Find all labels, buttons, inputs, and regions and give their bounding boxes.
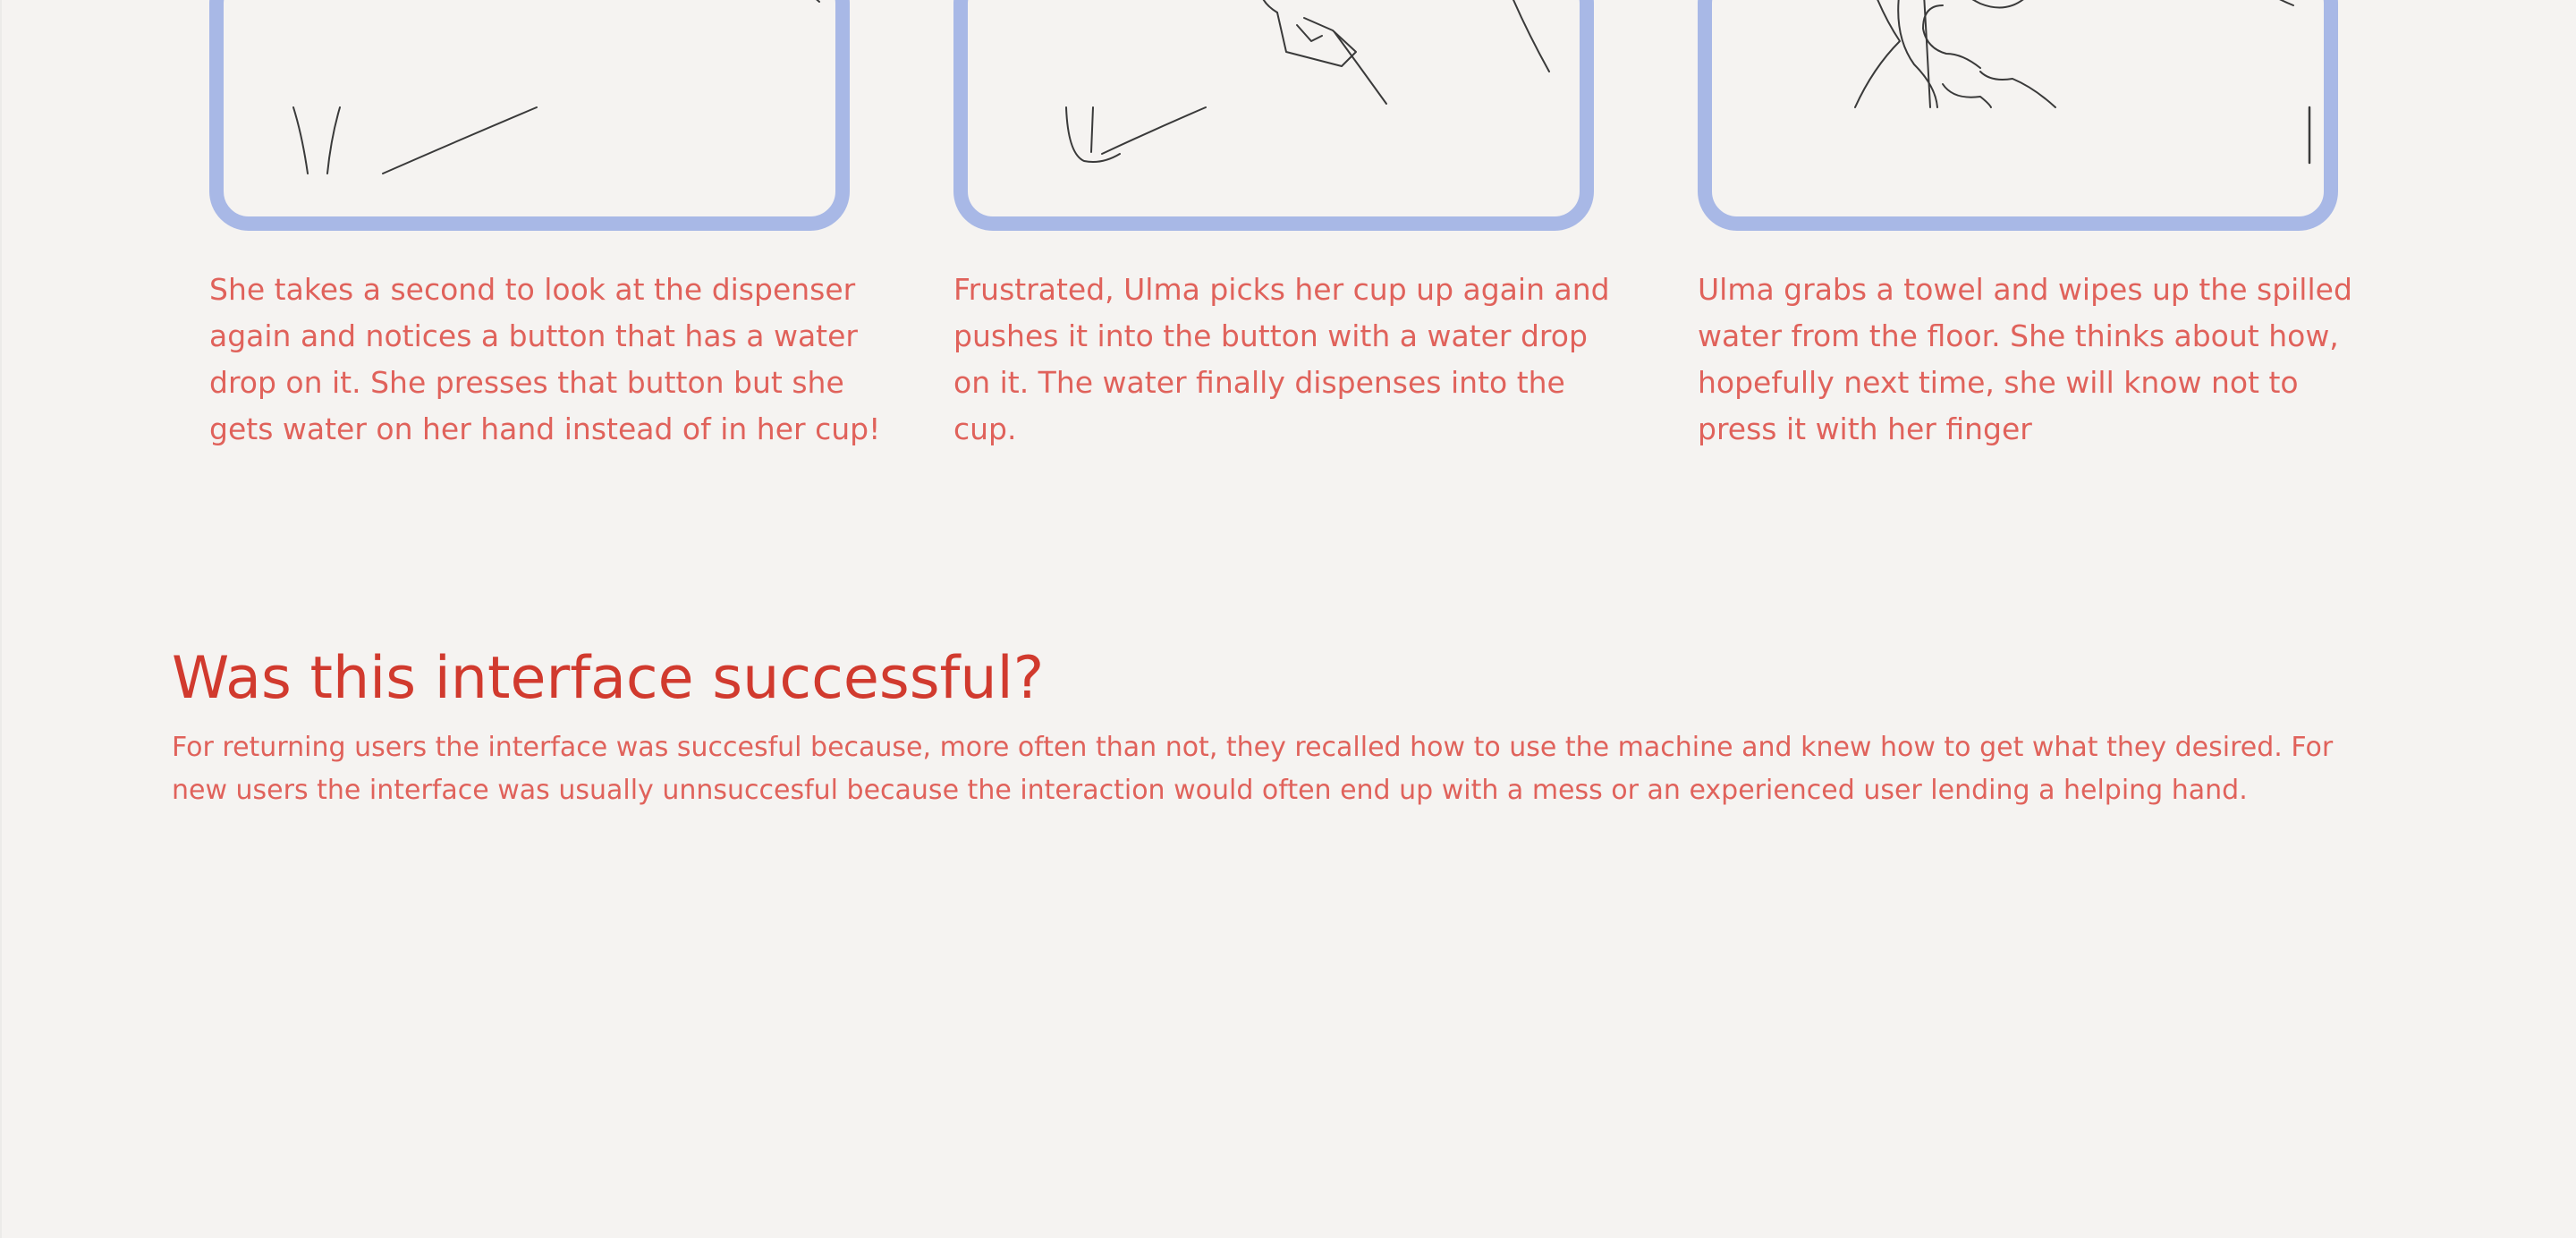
sketch-hand-near-dispenser	[292, 0, 820, 174]
panel-3-caption: Ulma grabs a towel and wipes up the spil…	[1698, 272, 2352, 446]
evaluation-title: Was this interface successful?	[172, 645, 1045, 712]
storyboard-panel-3	[1698, 0, 2338, 231]
storyboard-panel-2	[953, 0, 1594, 231]
sketch-hands-with-towel	[1854, 0, 2311, 165]
page-left-edge	[0, 0, 2, 1238]
evaluation-body: For returning users the interface was su…	[172, 732, 2334, 806]
sketch-cup-pushing-button	[1065, 0, 1550, 163]
panel-2-caption: Frustrated, Ulma picks her cup up again …	[953, 272, 1610, 446]
storyboard-panel-1	[209, 0, 850, 231]
panel-1-caption: She takes a second to look at the dispen…	[209, 272, 881, 446]
